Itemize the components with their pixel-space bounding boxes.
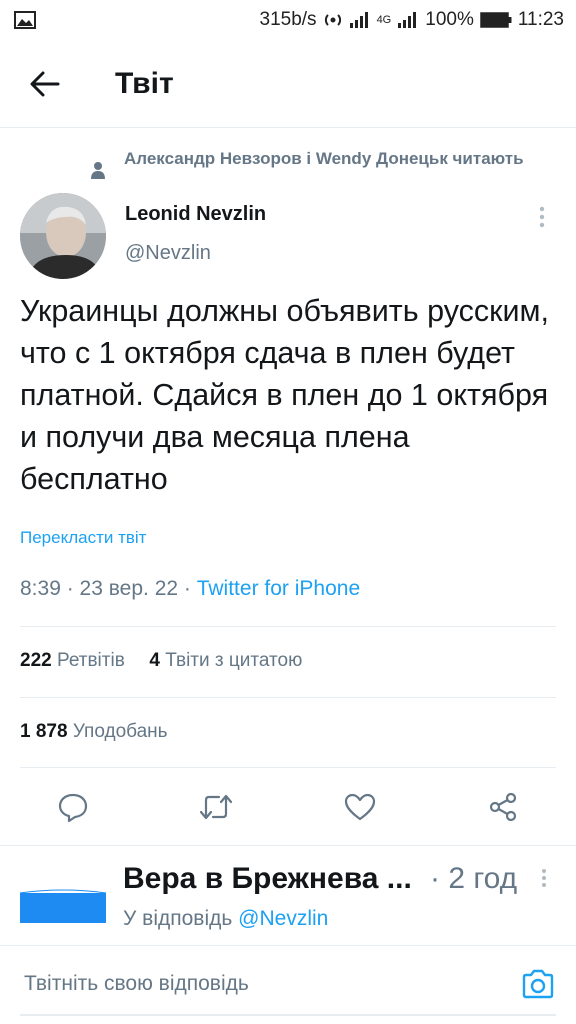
- translate-tweet-link[interactable]: Перекласти твіт: [20, 528, 146, 548]
- battery-icon: [480, 12, 512, 28]
- reply-time: · 2 год: [430, 862, 518, 895]
- reply-to-mention[interactable]: @Nevzlin: [238, 907, 328, 930]
- reply-time-value: 2 год: [448, 862, 518, 895]
- retweet-button[interactable]: [196, 787, 236, 827]
- status-bar: 315b/s 4G 100% 11:23: [0, 0, 576, 40]
- reply-button[interactable]: [53, 787, 93, 827]
- divider: [20, 626, 556, 627]
- author-handle[interactable]: @Nevzlin: [125, 242, 211, 265]
- signal-icon: [349, 12, 368, 28]
- more-vertical-icon: [539, 206, 545, 228]
- reply-compose-bar: [0, 945, 576, 1024]
- comment-icon: [58, 793, 88, 823]
- reply-author-avatar[interactable]: [20, 863, 106, 923]
- back-button[interactable]: [15, 54, 75, 114]
- meta-separator: ·: [183, 577, 197, 600]
- heart-icon: [344, 793, 375, 821]
- clock: 11:23: [517, 9, 564, 30]
- reply-author-name[interactable]: Вера в Брежнева ...: [123, 862, 423, 896]
- reply-input[interactable]: [24, 972, 494, 996]
- divider: [20, 697, 556, 698]
- quotes-count: 4: [149, 650, 160, 671]
- likes-stats: 1 878 Уподобань: [20, 721, 168, 743]
- status-bar-left: [14, 11, 36, 29]
- tweet-more-button[interactable]: [532, 202, 552, 232]
- network-speed: 315b/s: [259, 9, 317, 30]
- retweet-icon: [200, 794, 233, 820]
- compose-underline: [20, 1014, 556, 1016]
- camera-icon: [522, 969, 554, 999]
- retweets-stat[interactable]: 222 Ретвітів: [20, 650, 125, 671]
- status-bar-right: 315b/s 4G 100% 11:23: [260, 9, 564, 31]
- share-icon: [489, 792, 517, 822]
- tweet-metadata: 8:39 · 23 вер. 22 · Twitter for iPhone: [20, 577, 360, 601]
- page-title: Твіт: [115, 66, 174, 100]
- gallery-notification-icon: [14, 11, 36, 29]
- retweets-count: 222: [20, 650, 52, 671]
- author-avatar[interactable]: [20, 193, 106, 279]
- like-button[interactable]: [340, 787, 380, 827]
- reply-to-context: У відповідь @Nevzlin: [123, 907, 328, 931]
- engagement-stats: 222 Ретвітів 4 Твіти з цитатою: [20, 650, 302, 672]
- person-icon: [91, 162, 105, 179]
- meta-separator: ·: [66, 577, 80, 600]
- avatar-flag: [20, 863, 106, 923]
- more-vertical-icon: [542, 869, 546, 887]
- tweet-action-bar: [20, 778, 556, 836]
- divider: [20, 767, 556, 768]
- quotes-label: Твіти з цитатою: [165, 650, 303, 671]
- tweet-time: 8:39: [20, 577, 61, 600]
- top-app-bar: Твіт: [0, 40, 576, 128]
- avatar-photo: [20, 193, 106, 279]
- retweets-label: Ретвітів: [56, 650, 125, 671]
- likes-stat[interactable]: 1 878 Уподобань: [20, 721, 168, 742]
- author-name[interactable]: Leonid Nevzlin: [125, 203, 266, 226]
- signal-icon-secondary: [398, 12, 417, 28]
- social-context-text: Александр Невзоров і Wendy Донецьк читаю…: [124, 149, 524, 168]
- tweet-date: 23 вер. 22: [79, 577, 179, 600]
- likes-label: Уподобань: [72, 721, 168, 742]
- reply-to-prefix: У відповідь: [123, 907, 233, 930]
- reply-more-button[interactable]: [534, 866, 554, 890]
- section-divider: [0, 845, 576, 846]
- arrow-left-icon: [30, 71, 60, 96]
- likes-count: 1 878: [20, 721, 68, 742]
- add-photo-button[interactable]: [520, 966, 556, 1002]
- network-type: 4G: [376, 14, 392, 26]
- tweet-source-link[interactable]: Twitter for iPhone: [197, 577, 360, 600]
- social-context[interactable]: Александр Невзоров і Wendy Донецьк читаю…: [88, 146, 528, 180]
- hotspot-icon: [324, 14, 341, 26]
- share-button[interactable]: [483, 787, 523, 827]
- tweet-text: Украинцы должны объявить русским, что с …: [20, 294, 549, 496]
- quotes-stat[interactable]: 4 Твіти з цитатою: [149, 650, 302, 671]
- battery-level: 100%: [425, 9, 474, 30]
